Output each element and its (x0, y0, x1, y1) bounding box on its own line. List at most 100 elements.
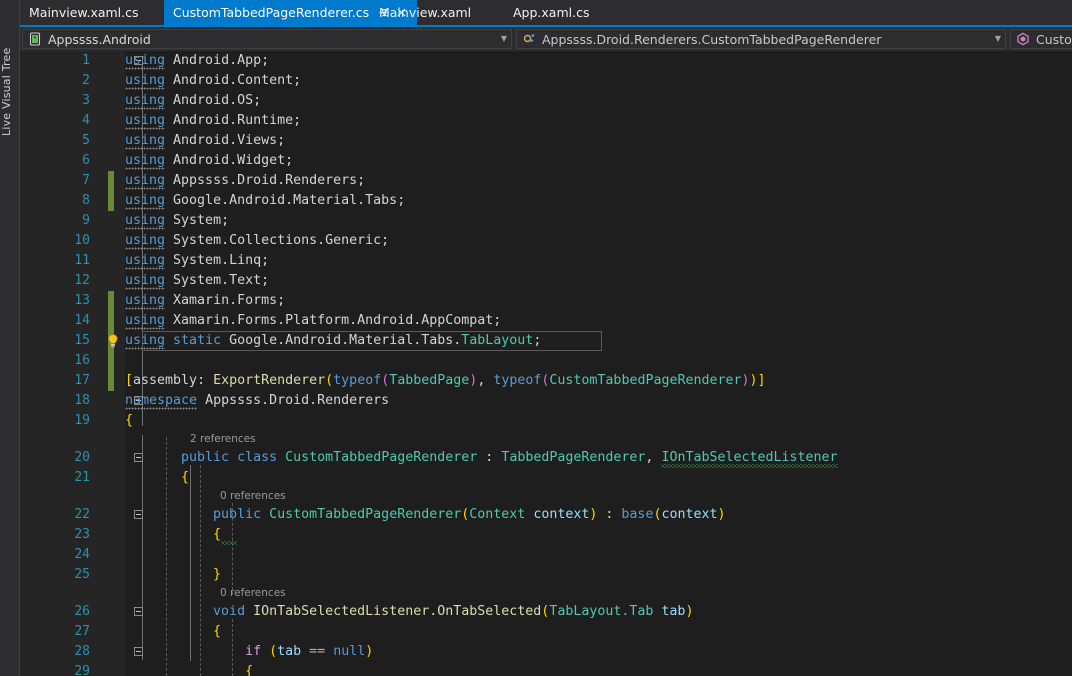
line-number: 14 (74, 313, 90, 328)
codelens-row-constructor[interactable]: 0 references (20, 488, 1072, 505)
project-dropdown-value: Appssss.Android (48, 31, 151, 47)
code-line-3[interactable]: 3 using Android.OS; (20, 91, 1072, 111)
member-dropdown[interactable]: Custom (1010, 29, 1072, 49)
visual-studio-window: Live Visual Tree Mainview.xaml.cs Custom… (0, 0, 1072, 676)
codelens-row-class[interactable]: 2 references (20, 431, 1072, 448)
line-content: [assembly: ExportRenderer(typeof(TabbedP… (125, 373, 766, 388)
line-number: 29 (74, 664, 90, 676)
line-number: 26 (74, 604, 90, 619)
fold-toggle-icon[interactable] (134, 510, 143, 519)
code-line-20[interactable]: 20 public class CustomTabbedPageRenderer… (20, 448, 1072, 468)
line-content: using Android.Views; (125, 133, 286, 150)
code-line-25[interactable]: 25 } (20, 565, 1072, 585)
code-line-7[interactable]: 7 using Appssss.Droid.Renderers; (20, 171, 1072, 191)
tab-app-xaml-cs[interactable]: App.xaml.cs (504, 0, 598, 25)
code-line-17[interactable]: 17 [assembly: ExportRenderer(typeof(Tabb… (20, 371, 1072, 391)
left-tool-dock: Live Visual Tree (0, 0, 20, 676)
line-number: 6 (82, 153, 90, 168)
change-marker (108, 191, 114, 211)
line-content: { (149, 525, 238, 545)
line-content: using Xamarin.Forms.Platform.Android.App… (125, 313, 502, 330)
fold-toggle-icon[interactable] (134, 647, 143, 656)
code-line-2[interactable]: 2 using Android.Content; (20, 71, 1072, 91)
code-line-18[interactable]: 18 namespace Appssss.Droid.Renderers (20, 391, 1072, 411)
editor-tab-bar: Mainview.xaml.cs CustomTabbedPageRendere… (20, 0, 1072, 25)
line-number: 13 (74, 293, 90, 308)
type-dropdown-value: Appssss.Droid.Renderers.CustomTabbedPage… (542, 31, 882, 47)
code-line-9[interactable]: 9 using System; (20, 211, 1072, 231)
chevron-down-icon[interactable]: ▼ (991, 30, 1005, 48)
line-number: 8 (82, 193, 90, 208)
change-marker (108, 171, 114, 191)
tab-mainview-xaml[interactable]: Mainview.xaml (370, 0, 480, 25)
line-number: 1 (82, 53, 90, 68)
tab-label: Mainview.xaml (379, 5, 472, 20)
codelens-references[interactable]: 2 references (190, 431, 256, 448)
code-line-6[interactable]: 6 using Android.Widget; (20, 151, 1072, 171)
line-number: 17 (74, 373, 90, 388)
member-dropdown-value: Custom (1036, 31, 1072, 47)
code-line-22[interactable]: 22 public CustomTabbedPageRenderer(Conte… (20, 505, 1072, 525)
code-line-26[interactable]: 26 void IOnTabSelectedListener.OnTabSele… (20, 602, 1072, 622)
line-number: 12 (74, 273, 90, 288)
line-content: using System.Text; (125, 273, 270, 290)
line-number: 24 (74, 547, 90, 562)
project-dropdown[interactable]: Appssss.Android ▼ (22, 29, 512, 49)
code-line-12[interactable]: 12 using System.Text; (20, 271, 1072, 291)
line-content: using Appssss.Droid.Renderers; (125, 173, 366, 190)
line-content: using static Google.Android.Material.Tab… (125, 333, 542, 350)
code-line-29[interactable]: 29 { (20, 662, 1072, 676)
editor-text-surface[interactable]: 1 using Android.App; 2 using Android.Con… (20, 51, 1072, 676)
line-number: 5 (82, 133, 90, 148)
line-number: 25 (74, 567, 90, 582)
fold-toggle-icon[interactable] (134, 453, 143, 462)
code-line-5[interactable]: 5 using Android.Views; (20, 131, 1072, 151)
code-line-11[interactable]: 11 using System.Linq; (20, 251, 1072, 271)
line-number: 10 (74, 233, 90, 248)
type-dropdown[interactable]: Appssss.Droid.Renderers.CustomTabbedPage… (516, 29, 1006, 49)
code-line-13[interactable]: 13 using Xamarin.Forms; (20, 291, 1072, 311)
codelens-row-method[interactable]: 0 references (20, 585, 1072, 602)
code-line-24[interactable]: 24 (20, 545, 1072, 565)
line-number: 20 (74, 450, 90, 465)
line-content: { (125, 413, 134, 428)
chevron-down-icon[interactable]: ▼ (497, 30, 511, 48)
lightbulb-quickaction-icon[interactable] (105, 333, 121, 349)
line-content: public class CustomTabbedPageRenderer : … (149, 448, 838, 468)
code-line-19[interactable]: 19 { (20, 411, 1072, 431)
line-content: namespace Appssss.Droid.Renderers (125, 393, 390, 410)
line-content: using Android.Widget; (125, 153, 294, 170)
code-editor[interactable]: 1 using Android.App; 2 using Android.Con… (20, 51, 1072, 676)
line-content: using System.Linq; (125, 253, 270, 270)
code-line-23[interactable]: 23 { (20, 525, 1072, 545)
line-number: 3 (82, 93, 90, 108)
line-content: public CustomTabbedPageRenderer(Context … (213, 507, 726, 522)
code-line-27[interactable]: 27 { (20, 622, 1072, 642)
line-number: 22 (74, 507, 90, 522)
line-number: 7 (82, 173, 90, 188)
change-marker (108, 311, 114, 331)
fold-toggle-icon[interactable] (134, 607, 143, 616)
code-line-8[interactable]: 8 using Google.Android.Material.Tabs; (20, 191, 1072, 211)
live-visual-tree-dock-label[interactable]: Live Visual Tree (0, 18, 20, 138)
code-line-10[interactable]: 10 using System.Collections.Generic; (20, 231, 1072, 251)
line-content: using System.Collections.Generic; (125, 233, 390, 250)
line-number: 15 (74, 333, 90, 348)
code-line-28[interactable]: 28 if (tab == null) (20, 642, 1072, 662)
line-number: 2 (82, 73, 90, 88)
code-line-14[interactable]: 14 using Xamarin.Forms.Platform.Android.… (20, 311, 1072, 331)
codelens-references[interactable]: 0 references (220, 585, 286, 602)
change-marker (108, 291, 114, 311)
line-content: if (tab == null) (245, 644, 374, 659)
code-line-1[interactable]: 1 using Android.App; (20, 51, 1072, 71)
line-number: 16 (74, 353, 90, 368)
code-line-15[interactable]: 15 using static Google.Android.Material.… (20, 331, 1072, 351)
tab-label: Mainview.xaml.cs (29, 5, 139, 20)
tab-mainview-xaml-cs[interactable]: Mainview.xaml.cs (20, 0, 148, 25)
code-line-21[interactable]: 21 { (20, 468, 1072, 488)
line-number: 4 (82, 113, 90, 128)
code-line-16[interactable]: 16 (20, 351, 1072, 371)
class-icon (523, 33, 535, 43)
code-line-4[interactable]: 4 using Android.Runtime; (20, 111, 1072, 131)
codelens-references[interactable]: 0 references (220, 488, 286, 505)
